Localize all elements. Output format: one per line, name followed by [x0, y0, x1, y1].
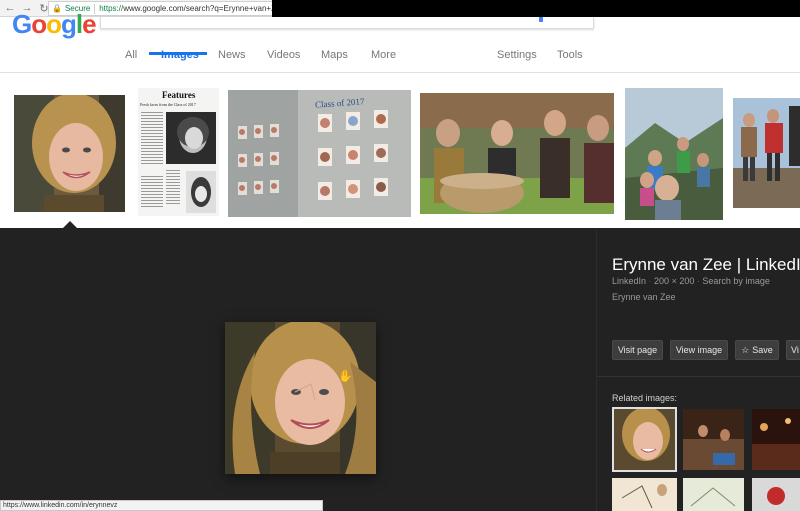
hand-cursor-icon: ✋ [338, 369, 353, 383]
related-image-night[interactable] [752, 409, 800, 470]
portrait-image [14, 95, 125, 212]
image-preview[interactable]: ✋ [225, 322, 376, 474]
save-label: Save [752, 345, 773, 355]
result-thumbnail-hikers[interactable] [733, 98, 800, 208]
tab-news[interactable]: News [218, 49, 246, 75]
view-saved-label: Vi [791, 345, 799, 355]
google-logo[interactable]: Google [12, 9, 97, 40]
save-button[interactable]: ☆ Save [735, 340, 779, 360]
related-sketch-image [612, 478, 677, 511]
search-tabs: All Images News Videos Maps More Setting… [0, 46, 800, 72]
status-bar-url: https://www.linkedin.com/in/erynnevz [0, 500, 323, 511]
related-divider [597, 376, 800, 377]
url-scheme: https:// [99, 4, 124, 13]
tab-maps[interactable]: Maps [321, 49, 348, 75]
related-images-label: Related images: [612, 393, 678, 403]
related-portrait-image [614, 409, 675, 470]
related-image-portrait[interactable] [612, 407, 677, 472]
browser-toolbar: ← → ↻ 🔒 Secure https://www.google.com/se… [0, 0, 800, 17]
crowd-photo [420, 93, 614, 214]
result-caption: Erynne van Zee [612, 292, 676, 302]
redacted-bar [272, 0, 800, 17]
panel-divider [596, 229, 597, 511]
related-room-image [683, 409, 744, 470]
result-thumbnail-newspaper[interactable]: Features Fresh faces from the Class of 2… [138, 88, 219, 216]
microphone-icon[interactable] [539, 17, 543, 22]
view-image-button[interactable]: View image [670, 340, 728, 360]
result-dimensions: 200 × 200 [654, 276, 695, 286]
visit-page-button[interactable]: Visit page [612, 340, 663, 360]
yearbook-photo-grid [228, 90, 388, 217]
search-by-image-link[interactable]: Search by image [702, 276, 770, 286]
url-text: https://www.google.com/search?q=Erynne+v… [99, 4, 275, 13]
result-thumbnail-portrait[interactable] [12, 93, 127, 214]
result-title[interactable]: Erynne van Zee | LinkedIn [612, 255, 800, 275]
tab-videos[interactable]: Videos [267, 49, 300, 75]
active-tab-indicator [149, 52, 207, 55]
hikers-photo [733, 98, 800, 208]
related-red-image [752, 478, 800, 511]
tab-all[interactable]: All [125, 49, 137, 75]
related-drawing-image [683, 478, 744, 511]
star-icon: ☆ [741, 344, 750, 355]
tab-tools[interactable]: Tools [557, 49, 583, 75]
portrait-preview-image [225, 322, 376, 474]
mountain-photo [625, 88, 723, 220]
url-path: www.google.com/search?q=Erynne+van+Zee+t… [123, 4, 275, 13]
result-source: LinkedIn [612, 276, 647, 286]
related-image-red[interactable] [752, 478, 800, 511]
page: ← → ↻ 🔒 Secure https://www.google.com/se… [0, 0, 800, 511]
result-meta: LinkedIn · 200 × 200 · Search by image [612, 276, 770, 286]
result-thumbnail-crowd[interactable] [420, 93, 614, 214]
related-image-sketch[interactable] [612, 478, 677, 511]
related-image-room[interactable] [683, 409, 744, 470]
selected-result-pointer [62, 221, 78, 229]
tab-more[interactable]: More [371, 49, 396, 75]
tab-settings[interactable]: Settings [497, 49, 537, 75]
visit-page-label: Visit page [617, 345, 658, 355]
view-saved-button[interactable]: Vi [786, 340, 800, 360]
search-header: Google All Images News Videos Maps More … [0, 9, 800, 73]
search-input[interactable] [100, 17, 594, 29]
view-image-label: View image [675, 345, 723, 355]
result-thumbnail-yearbook[interactable]: Class of 2017 [228, 90, 411, 217]
result-thumbnail-mountain[interactable] [625, 88, 723, 220]
newspaper-columns [141, 112, 216, 213]
related-night-image [752, 409, 800, 470]
related-image-drawing[interactable] [683, 478, 744, 511]
